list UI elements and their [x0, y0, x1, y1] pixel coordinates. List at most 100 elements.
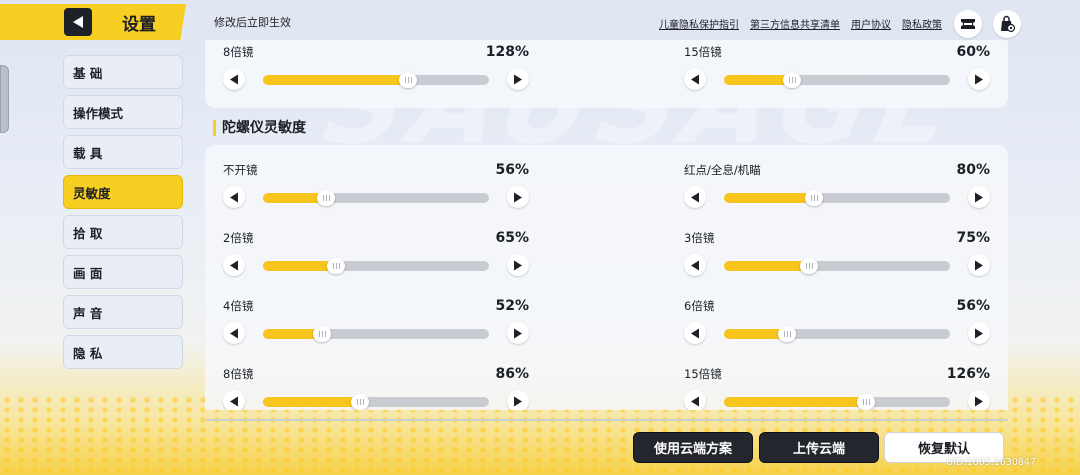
slider-track[interactable] — [263, 72, 489, 88]
triangle-left-icon — [230, 328, 238, 338]
slider-track[interactable] — [263, 258, 489, 274]
decrease-button[interactable] — [684, 186, 706, 208]
slider-row: 8倍镜 86% — [223, 366, 529, 410]
page-title: 设置 — [122, 14, 156, 35]
sidebar-item-label: 操作模式 — [73, 105, 124, 121]
increase-button[interactable] — [968, 322, 990, 344]
scope-sensitivity-card: 8倍镜 128% 15倍镜 60% — [205, 40, 1008, 108]
sidebar-item-label: 载 具 — [73, 145, 103, 161]
slider-row: 不开镜 56% — [223, 162, 529, 214]
slider-track[interactable] — [724, 394, 950, 410]
ticket-button[interactable] — [954, 10, 982, 38]
triangle-right-icon — [975, 396, 983, 406]
link-user-agreement[interactable]: 用户协议 — [851, 16, 891, 31]
slider-thumb[interactable] — [800, 258, 818, 274]
increase-button[interactable] — [507, 390, 529, 410]
bag-settings-icon — [1001, 15, 1016, 33]
decrease-button[interactable] — [684, 254, 706, 276]
slider-fill — [724, 75, 792, 85]
slider-thumb[interactable] — [351, 394, 369, 410]
sidebar-item-control-mode[interactable]: 操作模式 — [63, 95, 183, 129]
link-third-party-list[interactable]: 第三方信息共享清单 — [750, 16, 840, 31]
slider-row: 6倍镜 56% — [684, 298, 990, 350]
sidebar-item-label: 声 音 — [73, 305, 103, 321]
triangle-right-icon — [514, 396, 522, 406]
increase-button[interactable] — [968, 254, 990, 276]
slider-thumb[interactable] — [399, 72, 417, 88]
sidebar-item-pickup[interactable]: 拾 取 — [63, 215, 183, 249]
slider-label: 不开镜 — [223, 163, 258, 177]
slider-track[interactable] — [724, 326, 950, 342]
slider-thumb[interactable] — [778, 326, 796, 342]
triangle-right-icon — [514, 192, 522, 202]
sidebar-item-privacy[interactable]: 隐 私 — [63, 335, 183, 369]
upload-cloud-button[interactable]: 上传云端 — [759, 432, 879, 463]
slider-track[interactable] — [263, 326, 489, 342]
back-arrow-icon — [73, 16, 83, 28]
back-button[interactable] — [64, 8, 92, 36]
sidebar-item-sound[interactable]: 声 音 — [63, 295, 183, 329]
increase-button[interactable] — [507, 254, 529, 276]
sidebar-item-graphics[interactable]: 画 面 — [63, 255, 183, 289]
decrease-button[interactable] — [223, 390, 245, 410]
slider-percent: 86% — [495, 366, 529, 382]
increase-button[interactable] — [968, 68, 990, 90]
sidebar-item-basic[interactable]: 基 础 — [63, 55, 183, 89]
use-cloud-plan-button[interactable]: 使用云端方案 — [633, 432, 753, 463]
slider-percent: 60% — [956, 44, 990, 60]
bag-settings-button[interactable] — [993, 10, 1021, 38]
slider-label: 15倍镜 — [684, 367, 722, 381]
slider-percent: 56% — [956, 298, 990, 314]
scroll-divider — [205, 419, 1008, 421]
sidebar-item-label: 拾 取 — [73, 225, 103, 241]
slider-label: 4倍镜 — [223, 299, 254, 313]
slider-track[interactable] — [724, 72, 950, 88]
title-bar: 设置 — [0, 4, 186, 40]
triangle-left-icon — [230, 260, 238, 270]
gyro-section-title: 陀螺仪灵敏度 — [213, 120, 306, 136]
slider-track[interactable] — [724, 190, 950, 206]
decrease-button[interactable] — [684, 322, 706, 344]
sidebar-item-vehicle[interactable]: 载 具 — [63, 135, 183, 169]
triangle-left-icon — [691, 260, 699, 270]
slider-track[interactable] — [263, 190, 489, 206]
slider-thumb[interactable] — [857, 394, 875, 410]
slider-label: 3倍镜 — [684, 231, 715, 245]
slider-fill — [263, 397, 360, 407]
slider-thumb[interactable] — [317, 190, 335, 206]
slider-track[interactable] — [263, 394, 489, 410]
decrease-button[interactable] — [684, 390, 706, 410]
slider-thumb[interactable] — [783, 72, 801, 88]
increase-button[interactable] — [968, 390, 990, 410]
slider-label: 红点/全息/机瞄 — [684, 163, 761, 177]
decrease-button[interactable] — [223, 68, 245, 90]
decrease-button[interactable] — [223, 254, 245, 276]
link-privacy-policy[interactable]: 隐私政策 — [902, 16, 942, 31]
slider-row: 3倍镜 75% — [684, 230, 990, 282]
slider-track[interactable] — [724, 258, 950, 274]
triangle-left-icon — [691, 74, 699, 84]
edge-pull-tab[interactable] — [0, 65, 9, 133]
slider-percent: 128% — [485, 44, 529, 60]
slider-row: 15倍镜 60% — [684, 44, 990, 96]
slider-thumb[interactable] — [805, 190, 823, 206]
triangle-right-icon — [514, 328, 522, 338]
decrease-button[interactable] — [223, 186, 245, 208]
decrease-button[interactable] — [223, 322, 245, 344]
slider-thumb[interactable] — [327, 258, 345, 274]
increase-button[interactable] — [507, 322, 529, 344]
sidebar-item-sensitivity[interactable]: 灵敏度 — [63, 175, 183, 209]
increase-button[interactable] — [968, 186, 990, 208]
triangle-right-icon — [975, 192, 983, 202]
increase-button[interactable] — [507, 68, 529, 90]
gyro-sensitivity-card: 不开镜 56% 红点/全息/机瞄 80% 2倍镜 65% 3倍镜 75% 4倍镜 52% … — [205, 145, 1008, 410]
slider-fill — [263, 75, 408, 85]
decrease-button[interactable] — [684, 68, 706, 90]
triangle-right-icon — [975, 328, 983, 338]
slider-fill — [724, 397, 866, 407]
slider-thumb[interactable] — [313, 326, 331, 342]
increase-button[interactable] — [507, 186, 529, 208]
save-note: 修改后立即生效 — [214, 16, 291, 29]
triangle-left-icon — [691, 328, 699, 338]
link-child-privacy[interactable]: 儿童隐私保护指引 — [659, 16, 739, 31]
